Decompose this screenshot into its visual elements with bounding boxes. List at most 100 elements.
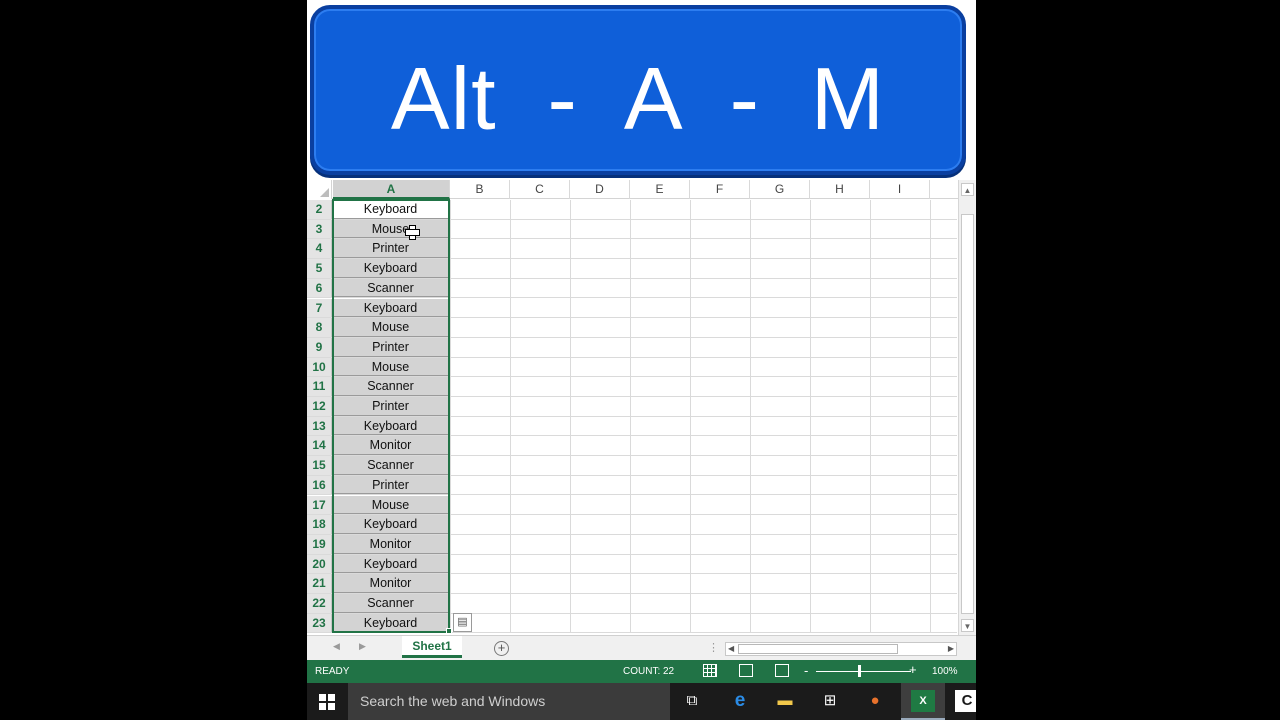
horizontal-scroll-thumb[interactable] bbox=[738, 644, 898, 654]
zoom-in-button[interactable]: + bbox=[909, 662, 917, 677]
prev-sheet-icon[interactable]: ◀ bbox=[333, 641, 340, 652]
column-header-e[interactable]: E bbox=[630, 180, 690, 199]
page-break-preview-icon[interactable] bbox=[775, 664, 789, 677]
column-header-f[interactable]: F bbox=[690, 180, 750, 199]
camtasia-icon[interactable]: C bbox=[955, 690, 976, 712]
cell-a[interactable]: Keyboard bbox=[333, 613, 448, 633]
table-row: 2 Keyboard bbox=[307, 200, 957, 220]
row-number[interactable]: 6 bbox=[307, 278, 332, 298]
cell-a[interactable]: Printer bbox=[333, 475, 448, 495]
file-explorer-icon[interactable]: ▬ bbox=[773, 690, 797, 712]
store-icon[interactable]: ⊞ bbox=[818, 690, 842, 712]
column-header-b[interactable]: B bbox=[450, 180, 510, 199]
firefox-icon[interactable]: ● bbox=[863, 690, 887, 712]
select-all-corner[interactable] bbox=[307, 180, 332, 199]
sheet-tab[interactable]: Sheet1 bbox=[402, 636, 462, 658]
column-header-h[interactable]: H bbox=[810, 180, 870, 199]
taskbar-search-input[interactable]: Search the web and Windows bbox=[348, 683, 670, 720]
quick-analysis-icon[interactable]: ▤ bbox=[453, 613, 472, 632]
zoom-slider[interactable] bbox=[816, 671, 911, 672]
row-number[interactable]: 11 bbox=[307, 377, 332, 396]
row-number[interactable]: 17 bbox=[307, 495, 332, 515]
next-sheet-icon[interactable]: ▶ bbox=[359, 641, 366, 652]
cell-a[interactable]: Monitor bbox=[333, 574, 448, 593]
cell-a[interactable]: Mouse bbox=[333, 357, 448, 377]
windows-taskbar: Search the web and Windows ⧉ e ▬ ⊞ ● X C bbox=[307, 683, 976, 720]
plus-circle-icon[interactable]: + bbox=[494, 641, 509, 656]
page-layout-icon[interactable] bbox=[739, 664, 753, 677]
sheet-tab-bar: ◀ ▶ Sheet1 + ⋮ ◀ ▶ bbox=[307, 635, 976, 660]
cell-a[interactable]: Monitor bbox=[333, 534, 448, 554]
zoom-out-button[interactable]: - bbox=[804, 663, 808, 678]
table-row: 22 Scanner bbox=[307, 594, 957, 614]
column-header-c[interactable]: C bbox=[510, 180, 570, 199]
vertical-scroll-thumb[interactable] bbox=[961, 214, 974, 614]
row-number[interactable]: 20 bbox=[307, 554, 332, 574]
cell-a[interactable]: Scanner bbox=[333, 456, 448, 475]
row-number[interactable]: 2 bbox=[307, 200, 332, 219]
cell-a[interactable]: Keyboard bbox=[333, 298, 448, 318]
row-number[interactable]: 21 bbox=[307, 574, 332, 593]
windows-start-icon[interactable] bbox=[319, 694, 335, 710]
scroll-down-icon[interactable]: ▼ bbox=[961, 619, 974, 632]
cell-a[interactable]: Keyboard bbox=[333, 200, 448, 219]
table-row: 21 Monitor bbox=[307, 574, 957, 594]
table-row: 18 Keyboard bbox=[307, 515, 957, 535]
zoom-level[interactable]: 100% bbox=[932, 666, 958, 677]
cell-a[interactable]: Keyboard bbox=[333, 416, 448, 436]
row-number[interactable]: 13 bbox=[307, 416, 332, 436]
row-number[interactable]: 15 bbox=[307, 456, 332, 475]
cell-a[interactable]: Mouse bbox=[333, 318, 448, 337]
task-view-icon[interactable]: ⧉ bbox=[680, 690, 704, 712]
fill-handle[interactable] bbox=[446, 628, 452, 634]
row-number[interactable]: 18 bbox=[307, 515, 332, 534]
row-number[interactable]: 14 bbox=[307, 436, 332, 456]
row-number[interactable]: 4 bbox=[307, 239, 332, 259]
column-header-g[interactable]: G bbox=[750, 180, 810, 199]
column-header-a[interactable]: A bbox=[333, 180, 450, 199]
edge-browser-icon[interactable]: e bbox=[728, 690, 752, 712]
row-number[interactable]: 5 bbox=[307, 259, 332, 278]
worksheet-grid[interactable]: 2 Keyboard 3 Mouse 4 Printer 5 Keyboard 6 Scanner… bbox=[307, 200, 957, 633]
excel-taskbar-button[interactable]: X bbox=[901, 683, 945, 720]
cell-a[interactable]: Monitor bbox=[333, 436, 448, 456]
cell-a[interactable]: Scanner bbox=[333, 377, 448, 396]
table-row: 13 Keyboard bbox=[307, 416, 957, 437]
cell-a[interactable]: Mouse bbox=[333, 495, 448, 515]
cell-cursor-icon bbox=[405, 225, 420, 240]
scroll-up-icon[interactable]: ▲ bbox=[961, 183, 974, 196]
cell-a[interactable]: Printer bbox=[333, 337, 448, 357]
column-header-d[interactable]: D bbox=[570, 180, 630, 199]
excel-window: ABCDEFGHI 2 Keyboard 3 Mouse 4 Printer 5 Keyboa… bbox=[307, 0, 976, 720]
vertical-scrollbar[interactable]: ▲ ▼ bbox=[958, 180, 976, 635]
column-header-i[interactable]: I bbox=[870, 180, 930, 199]
row-number[interactable]: 12 bbox=[307, 397, 332, 416]
cell-a[interactable]: Keyboard bbox=[333, 259, 448, 278]
scroll-right-icon[interactable]: ▶ bbox=[948, 643, 954, 655]
row-number[interactable]: 23 bbox=[307, 613, 332, 633]
row-number[interactable]: 8 bbox=[307, 318, 332, 337]
row-number[interactable]: 10 bbox=[307, 357, 332, 377]
horizontal-scrollbar[interactable]: ◀ ▶ bbox=[725, 642, 957, 656]
row-number[interactable]: 3 bbox=[307, 219, 332, 239]
cell-a[interactable]: Scanner bbox=[333, 278, 448, 298]
row-number[interactable]: 19 bbox=[307, 534, 332, 554]
zoom-slider-thumb[interactable] bbox=[858, 665, 861, 677]
row-number[interactable]: 7 bbox=[307, 298, 332, 318]
table-row: 14 Monitor bbox=[307, 436, 957, 457]
scroll-left-icon[interactable]: ◀ bbox=[728, 643, 734, 655]
cell-a[interactable]: Keyboard bbox=[333, 515, 448, 534]
row-number[interactable]: 22 bbox=[307, 594, 332, 613]
normal-view-icon[interactable] bbox=[703, 664, 717, 677]
row-number[interactable]: 9 bbox=[307, 337, 332, 357]
column-header-bar: ABCDEFGHI bbox=[307, 180, 976, 199]
tab-split-handle[interactable]: ⋮ bbox=[708, 641, 719, 654]
cell-a[interactable]: Printer bbox=[333, 239, 448, 259]
cell-a[interactable]: Mouse bbox=[333, 219, 448, 239]
cell-a[interactable]: Printer bbox=[333, 397, 448, 416]
row-number[interactable]: 16 bbox=[307, 475, 332, 495]
table-row: 12 Printer bbox=[307, 397, 957, 417]
cell-a[interactable]: Scanner bbox=[333, 594, 448, 613]
cell-a[interactable]: Keyboard bbox=[333, 554, 448, 574]
table-row: 17 Mouse bbox=[307, 495, 957, 516]
